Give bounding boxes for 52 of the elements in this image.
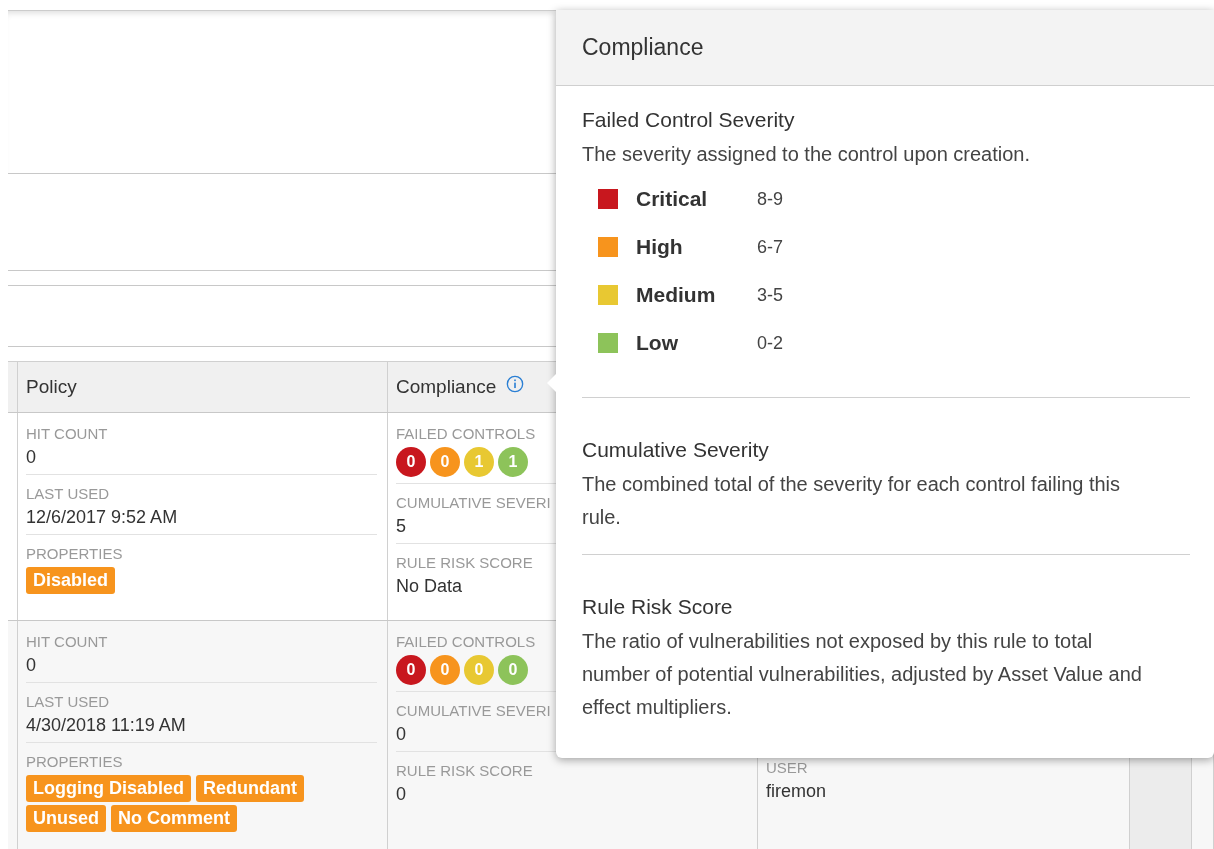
property-tag: Disabled — [26, 567, 116, 594]
field-label: HIT COUNT — [26, 425, 108, 442]
field-label: CUMULATIVE SEVERI — [396, 494, 551, 511]
field-label: FAILED CONTROLS — [396, 425, 536, 442]
severity-range: 0-2 — [757, 332, 783, 354]
field-label: PROPERTIES — [26, 545, 123, 562]
field-label: USER — [766, 759, 808, 776]
field-value: 0 — [396, 724, 406, 745]
field-value: 0 — [26, 655, 36, 676]
field-value: No Data — [396, 576, 463, 597]
severity-range: 3-5 — [757, 284, 783, 306]
field-label: RULE RISK SCORE — [396, 762, 533, 779]
severity-count-badge: 0 — [430, 655, 460, 685]
field-value: 4/30/2018 11:19 AM — [26, 715, 186, 736]
severity-count-badge: 0 — [464, 655, 494, 685]
severity-label: Critical — [636, 187, 709, 211]
severity-label: Medium — [636, 283, 717, 307]
severity-label: High — [636, 235, 684, 259]
field-label: PROPERTIES — [26, 753, 123, 770]
field-value: firemon — [766, 781, 827, 802]
field-label: LAST USED — [26, 485, 110, 502]
column-header[interactable]: Policy — [18, 362, 388, 412]
severity-count-badge: 1 — [464, 447, 494, 477]
section-description: The combined total of the severity for each control failing this rule. — [582, 472, 1122, 530]
severity-range: 8-9 — [757, 188, 783, 210]
section-description: The severity assigned to the control upon creation. — [582, 142, 1032, 167]
field-label: HIT COUNT — [26, 633, 108, 650]
severity-count-badge: 1 — [498, 447, 528, 477]
info-icon[interactable] — [506, 375, 525, 393]
field-value: 5 — [396, 516, 406, 537]
section-heading: Rule Risk Score — [582, 595, 734, 619]
field-value: 12/6/2017 9:52 AM — [26, 507, 178, 528]
severity-label: Low — [636, 331, 679, 355]
field-value: 0 — [396, 784, 406, 805]
property-tag: Unused — [26, 805, 106, 832]
severity-count-badge: 0 — [430, 447, 460, 477]
field-label: LAST USED — [26, 693, 110, 710]
section-heading: Cumulative Severity — [582, 438, 770, 462]
property-tag: No Comment — [111, 805, 237, 832]
severity-count-badge: 0 — [396, 655, 426, 685]
property-tag: Redundant — [196, 775, 304, 802]
severity-count-badge: 0 — [396, 447, 426, 477]
field-label: FAILED CONTROLS — [396, 633, 536, 650]
section-description: The ratio of vulnerabilities not exposed by this rule to total number of potential vulnerabilities, adjusted by Asset Value and effect multipliers. — [582, 629, 1142, 720]
field-value: 0 — [26, 447, 36, 468]
field-label: RULE RISK SCORE — [396, 554, 533, 571]
section-heading: Failed Control Severity — [582, 108, 796, 132]
field-label: CUMULATIVE SEVERI — [396, 702, 551, 719]
severity-range: 6-7 — [757, 236, 783, 258]
popover-title: Compliance — [582, 34, 704, 61]
property-tag: Logging Disabled — [26, 775, 191, 802]
severity-count-badge: 0 — [498, 655, 528, 685]
